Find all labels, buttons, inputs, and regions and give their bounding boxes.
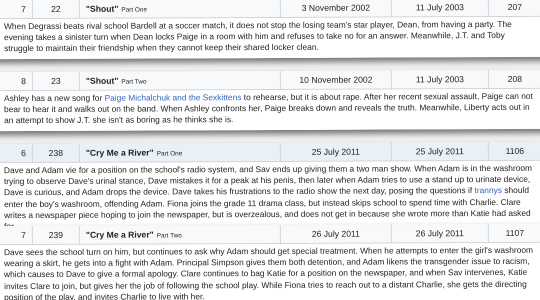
second-air-date: 26 July 2011 bbox=[415, 228, 464, 239]
episode-number: 7 bbox=[21, 4, 26, 15]
summary-text: Ashley has a new song for bbox=[3, 92, 105, 104]
wiki-link[interactable]: Paige Michalchuk and the Sexkittens bbox=[105, 92, 242, 103]
second-air-date: 11 July 2003 bbox=[415, 2, 464, 13]
episode-number: 7 bbox=[21, 230, 26, 241]
episode-strip-2: 8 23 "Shout" Part Two 10 November 2002 11… bbox=[0, 69, 540, 131]
summary-text: Dave and Adam vie for a position on the … bbox=[3, 162, 533, 198]
episode-part: Part One bbox=[156, 150, 183, 158]
summary-text: When Degrassi beats rival school Bardell… bbox=[3, 18, 512, 54]
episode-title-cell: "Shout" Part Two bbox=[80, 75, 280, 86]
episode-title-cell: "Cry Me a River" Part Two bbox=[80, 229, 280, 240]
episode-strip-3: 6 238 "Cry Me a River" Part One 25 July 2… bbox=[0, 141, 540, 237]
episode-part: Part Two bbox=[156, 232, 182, 240]
episode-header-row: 8 23 "Shout" Part Two 10 November 2002 11… bbox=[0, 69, 540, 92]
overall-number: 239 bbox=[48, 229, 64, 240]
original-air-date: 10 November 2002 bbox=[299, 74, 373, 85]
episode-part: Part One bbox=[121, 6, 148, 14]
production-code: 1107 bbox=[505, 227, 525, 238]
episode-title: "Cry Me a River" bbox=[85, 147, 154, 158]
episode-strip-4: 7 239 "Cry Me a River" Part Two 26 July 2… bbox=[0, 223, 540, 300]
original-air-date: 25 July 2011 bbox=[311, 146, 360, 157]
episode-summary: When Degrassi beats rival school Bardell… bbox=[0, 16, 540, 59]
episode-number: 6 bbox=[21, 148, 26, 159]
episode-title: "Shout" bbox=[85, 3, 119, 14]
episode-title-cell: "Shout" Part One bbox=[80, 3, 280, 14]
overall-number: 22 bbox=[51, 3, 61, 14]
second-air-date: 11 July 2003 bbox=[415, 74, 464, 85]
production-code: 208 bbox=[507, 73, 523, 84]
episode-number: 8 bbox=[21, 76, 26, 87]
episode-title-cell: "Cry Me a River" Part One bbox=[80, 147, 280, 158]
episode-header-row: 6 238 "Cry Me a River" Part One 25 July 2… bbox=[0, 141, 540, 164]
episode-part: Part Two bbox=[121, 78, 147, 86]
original-air-date: 3 November 2002 bbox=[301, 2, 371, 13]
episode-header-row: 7 239 "Cry Me a River" Part Two 26 July 2… bbox=[0, 223, 540, 246]
wiki-link[interactable]: trannys bbox=[474, 185, 502, 195]
overall-number: 238 bbox=[48, 147, 64, 158]
episode-title: "Shout" bbox=[85, 75, 119, 86]
episode-summary: Ashley has a new song for Paige Michalch… bbox=[0, 88, 540, 131]
episode-strip-1: 7 22 "Shout" Part One 3 November 2002 11 … bbox=[0, 0, 540, 59]
production-code: 1106 bbox=[505, 145, 525, 156]
production-code: 207 bbox=[507, 1, 523, 12]
episode-summary: Dave sees the school turn on him, but co… bbox=[0, 242, 540, 300]
episode-title: "Cry Me a River" bbox=[85, 229, 154, 240]
overall-number: 23 bbox=[51, 75, 61, 86]
second-air-date: 25 July 2011 bbox=[415, 146, 464, 157]
original-air-date: 26 July 2011 bbox=[311, 228, 360, 239]
summary-text: Dave sees the school turn on him, but co… bbox=[3, 244, 534, 300]
screenshot-stage: 7 22 "Shout" Part One 3 November 2002 11 … bbox=[0, 0, 540, 300]
